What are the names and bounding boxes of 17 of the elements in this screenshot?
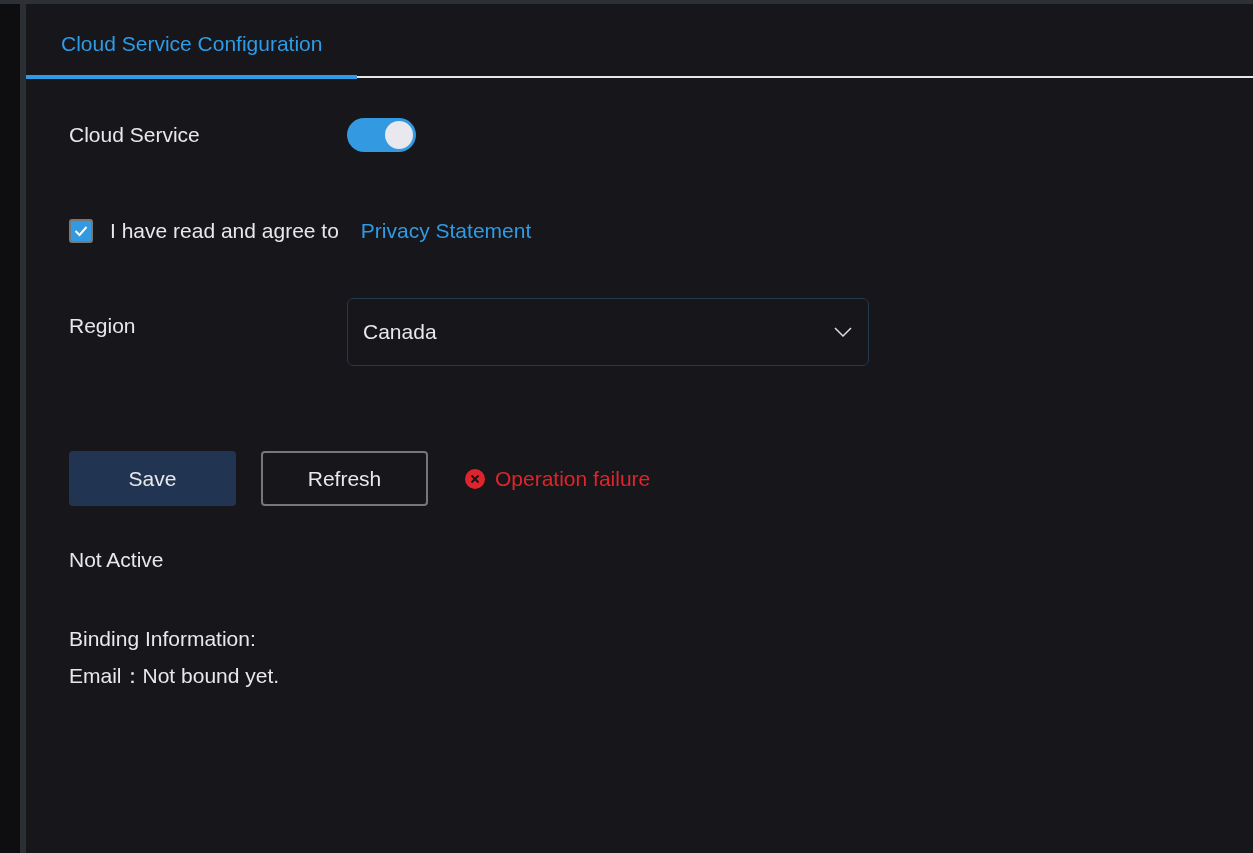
activation-status: Not Active [69, 548, 165, 572]
chevron-down-icon [834, 327, 852, 337]
error-icon [465, 468, 485, 489]
tab[interactable]: Cloud Service Configuration [26, 4, 358, 79]
binding-heading: Binding Information: [69, 627, 257, 651]
refresh-button[interactable]: Refresh [261, 451, 428, 506]
region-label: Region [69, 313, 137, 338]
toggle-switch[interactable] [347, 118, 416, 152]
save-button[interactable]: Save [69, 451, 236, 506]
email-binding-text: Email：Not bound yet. [69, 663, 281, 689]
agreement-text: I have read and agree to [110, 219, 339, 243]
checkbox[interactable] [69, 219, 93, 243]
region-dropdown[interactable]: Canada [347, 298, 869, 366]
privacy-statement-link[interactable]: Privacy Statement [360, 219, 532, 243]
checkmark-icon [74, 225, 88, 237]
cloud-service-label: Cloud Service [69, 123, 201, 147]
error-message: Operation failure [495, 466, 651, 491]
